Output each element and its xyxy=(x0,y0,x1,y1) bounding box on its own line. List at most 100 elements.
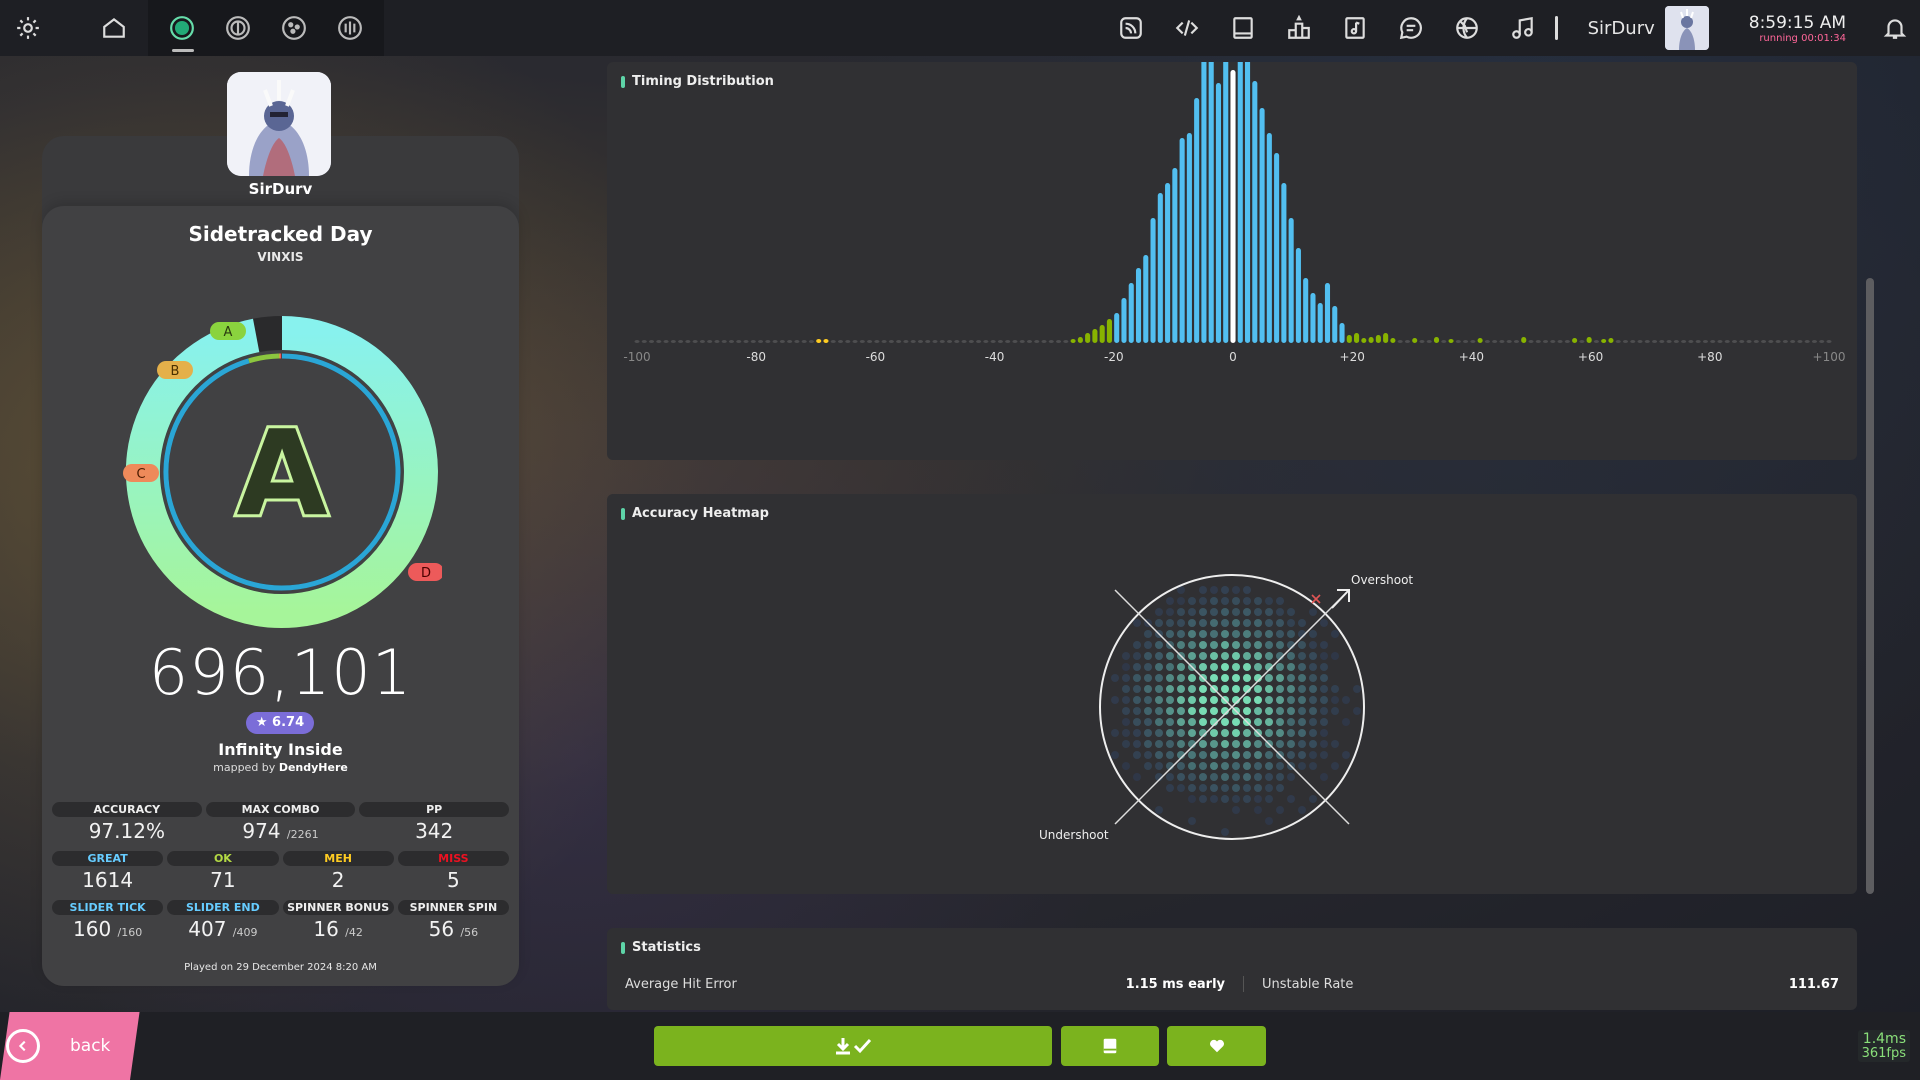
timing-bar xyxy=(1542,340,1549,343)
heatmap-dot xyxy=(1166,784,1174,792)
heatmap-dot xyxy=(1199,707,1207,715)
heatmap-dot xyxy=(1155,608,1163,616)
user-avatar[interactable] xyxy=(227,72,331,176)
timing-bar xyxy=(1230,70,1236,343)
heatmap-dot xyxy=(1188,696,1196,704)
timing-bar xyxy=(1026,340,1033,343)
heatmap-dot xyxy=(1155,641,1163,649)
ruleset-osu[interactable] xyxy=(154,0,210,56)
now-playing-button[interactable] xyxy=(1495,0,1551,56)
heatmap-dot xyxy=(1221,630,1229,638)
timing-bar xyxy=(1819,340,1825,343)
heatmap-dot xyxy=(1210,652,1218,660)
heatmap-dot xyxy=(1155,718,1163,726)
heatmap-dot xyxy=(1177,619,1185,627)
heatmap-dot xyxy=(1265,597,1273,605)
heatmap-dot xyxy=(1265,619,1273,627)
heatmap-dot xyxy=(1331,685,1339,693)
timing-bar xyxy=(1099,325,1105,343)
collection-button[interactable] xyxy=(1061,1026,1159,1066)
heatmap-dot xyxy=(1210,707,1218,715)
timing-bar xyxy=(1746,340,1752,343)
stat-label: SPINNER SPIN xyxy=(397,900,509,915)
heatmap-dot xyxy=(1188,718,1196,726)
heatmap-dot xyxy=(1254,597,1262,605)
timing-bar xyxy=(648,340,655,343)
heatmap-dot xyxy=(1210,773,1218,781)
timing-bar xyxy=(1826,340,1832,343)
heatmap-dot xyxy=(1309,707,1317,715)
heatmap-dot xyxy=(1144,641,1152,649)
heatmap-dot xyxy=(1276,608,1284,616)
heatmap-dot xyxy=(1243,674,1251,682)
heatmap-dot xyxy=(1111,696,1119,704)
dashboard-button[interactable] xyxy=(1439,0,1495,56)
beatmap-listing-button[interactable] xyxy=(1327,0,1383,56)
heatmap-dot xyxy=(1243,597,1251,605)
mapper-name[interactable]: DendyHere xyxy=(279,761,348,774)
heatmap-dot xyxy=(1177,641,1185,649)
wiki-button[interactable] xyxy=(1215,0,1271,56)
heatmap-dot xyxy=(1276,674,1284,682)
heatmap-dot xyxy=(1122,762,1130,770)
heatmap-dot xyxy=(1144,630,1152,638)
heatmap-dot xyxy=(1232,586,1240,594)
notifications-button[interactable] xyxy=(1870,0,1920,56)
heatmap-dot xyxy=(1298,718,1306,726)
heatmap-dot xyxy=(1331,652,1339,660)
heatmap-dot xyxy=(1144,674,1152,682)
user-profile-button[interactable]: SirDurv xyxy=(1558,0,1729,56)
heatmap-dot xyxy=(1265,784,1273,792)
heatmap-dot xyxy=(1155,685,1163,693)
heatmap-dot xyxy=(1243,784,1251,792)
timing-bar xyxy=(1295,248,1301,343)
timing-bar xyxy=(1513,340,1520,343)
heatmap-dot xyxy=(1122,674,1130,682)
heatmap-dot xyxy=(1166,663,1174,671)
timing-bar xyxy=(1281,183,1287,343)
heatmap-dot xyxy=(1265,630,1273,638)
heatmap-dot xyxy=(1122,718,1130,726)
favourite-button[interactable] xyxy=(1167,1026,1266,1066)
clock[interactable]: 8:59:15 AM running 00:01:34 xyxy=(1729,13,1870,44)
heatmap-dot xyxy=(1320,773,1328,781)
heatmap-dot xyxy=(1265,641,1273,649)
back-button[interactable]: back xyxy=(0,1012,130,1080)
timing-bar xyxy=(874,340,880,343)
timing-bar xyxy=(758,340,764,343)
timing-bar xyxy=(670,340,676,343)
chat-button[interactable] xyxy=(1383,0,1439,56)
clock-time: 8:59:15 AM xyxy=(1748,12,1846,33)
download-replay-button[interactable] xyxy=(654,1026,1052,1066)
fps-value: 361fps xyxy=(1861,1045,1906,1061)
news-button[interactable] xyxy=(1103,0,1159,56)
timing-bar xyxy=(801,340,807,343)
heatmap-dot xyxy=(1221,597,1229,605)
stat-label: PP xyxy=(359,802,510,817)
ruleset-catch[interactable] xyxy=(266,0,322,56)
heatmap-dot xyxy=(1342,696,1350,704)
ruleset-mania[interactable] xyxy=(322,0,378,56)
heatmap-dot xyxy=(1298,729,1306,737)
heatmap-dot xyxy=(1265,674,1273,682)
home-button[interactable] xyxy=(86,0,142,56)
stat-label: MEH xyxy=(282,851,394,866)
timing-bar xyxy=(1586,337,1592,343)
heatmap-dot xyxy=(1309,674,1317,682)
title-accent-bar xyxy=(621,941,625,954)
heatmap-dot xyxy=(1287,751,1295,759)
heatmap-dot xyxy=(1243,729,1251,737)
mania-ruleset-icon xyxy=(338,16,362,40)
heatmap-dot xyxy=(1177,608,1185,616)
changelog-button[interactable] xyxy=(1159,0,1215,56)
rankings-button[interactable] xyxy=(1271,0,1327,56)
heatmap-dot xyxy=(1133,729,1141,737)
results-scrollbar[interactable] xyxy=(1866,278,1874,894)
heatmap-dot xyxy=(1210,795,1218,803)
heatmap-dot xyxy=(1287,696,1295,704)
heatmap-dot xyxy=(1265,696,1273,704)
stat-label: ACCURACY xyxy=(52,802,202,817)
timing-bar xyxy=(1346,335,1352,343)
settings-button[interactable] xyxy=(0,0,56,56)
ruleset-taiko[interactable] xyxy=(210,0,266,56)
